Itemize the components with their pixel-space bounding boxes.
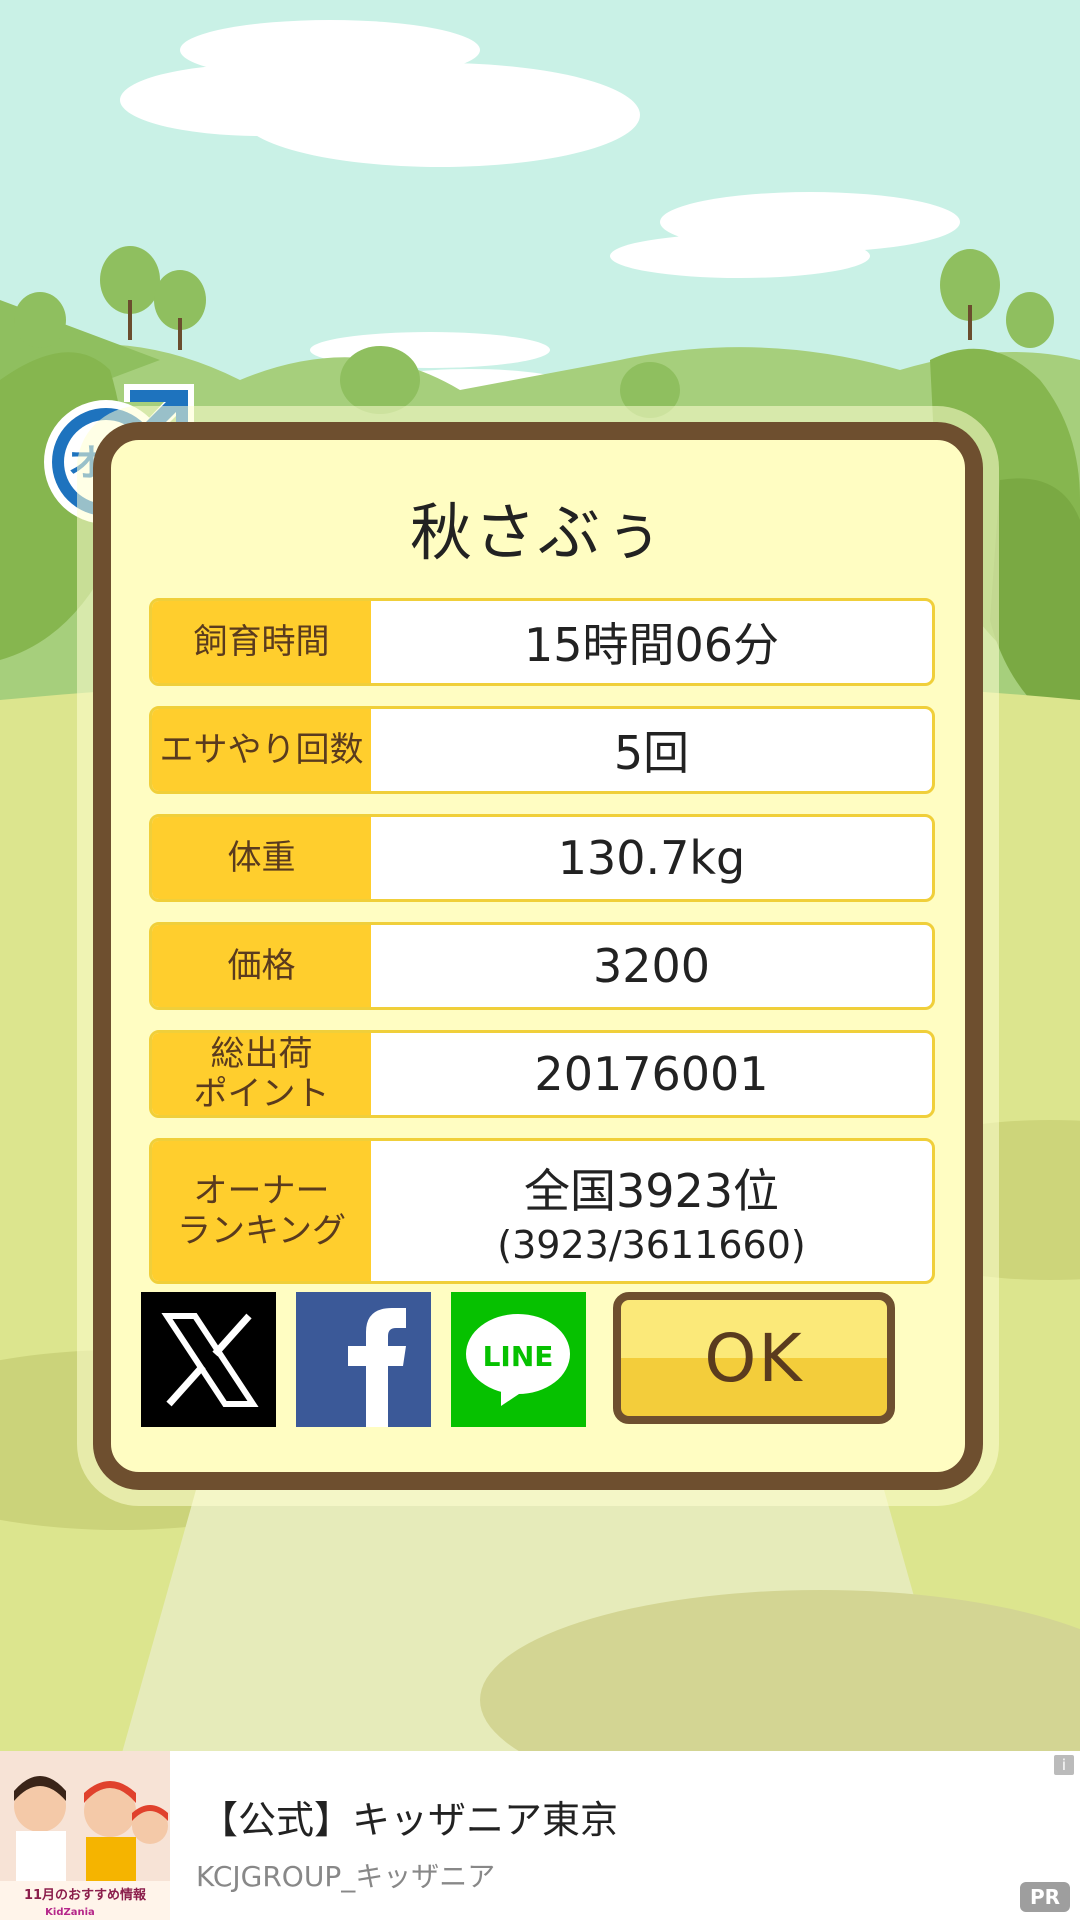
stat-value: 全国3923位 [523, 1164, 780, 1218]
stat-row-raising-time: 飼育時間 15時間06分 [149, 598, 935, 686]
svg-text:LINE: LINE [483, 1340, 554, 1373]
stat-value: 130.7kg [557, 831, 746, 885]
stat-row-owner-ranking: オーナー ランキング 全国3923位 (3923/3611660) [149, 1138, 935, 1284]
share-x-button[interactable] [141, 1292, 276, 1427]
stat-label: エサやり回数 [152, 709, 371, 791]
share-facebook-button[interactable] [296, 1292, 431, 1427]
stat-label: 飼育時間 [152, 601, 371, 683]
ad-title[interactable]: 【公式】キッザニア東京 [200, 1789, 618, 1844]
line-logo-icon: LINE [466, 1313, 570, 1406]
stat-value: 3200 [592, 939, 711, 993]
stat-label: 価格 [152, 925, 371, 1007]
svg-text:11月のおすすめ情報: 11月のおすすめ情報 [24, 1887, 147, 1903]
ok-button[interactable]: OK [613, 1292, 895, 1424]
x-logo-icon [160, 1312, 259, 1407]
ad-info-icon[interactable]: i [1054, 1755, 1074, 1775]
stat-row-shipping-points: 総出荷 ポイント 20176001 [149, 1030, 935, 1118]
stat-row-feed-count: エサやり回数 5回 [149, 706, 935, 794]
stat-row-weight: 体重 130.7kg [149, 814, 935, 902]
pig-status-dialog: 秋さぶぅ 飼育時間 15時間06分 エサやり回数 5回 体重 130.7kg 価… [93, 422, 983, 1490]
svg-text:KidZania: KidZania [45, 1907, 95, 1918]
ad-advertiser: KCJGROUP_キッザニア [196, 1860, 496, 1893]
pig-name-title: 秋さぶぅ [409, 496, 666, 569]
ad-banner[interactable]: 11月のおすすめ情報 KidZania 【公式】キッザニア東京 KCJGROUP… [0, 1751, 1080, 1920]
stat-label: オーナー ランキング [152, 1141, 371, 1281]
ad-pr-badge: PR [1020, 1882, 1070, 1912]
stat-subvalue: (3923/3611660) [497, 1223, 806, 1267]
share-line-button[interactable]: LINE [451, 1292, 586, 1427]
facebook-logo-icon [348, 1308, 406, 1427]
stat-value: 20176001 [534, 1047, 769, 1101]
ad-image[interactable]: 11月のおすすめ情報 KidZania [0, 1751, 170, 1920]
ok-button-label: OK [704, 1319, 804, 1397]
stat-value: 5回 [613, 726, 690, 780]
ad-children-illustration: 11月のおすすめ情報 KidZania [0, 1751, 170, 1920]
stat-label: 総出荷 ポイント [152, 1033, 371, 1115]
stat-row-price: 価格 3200 [149, 922, 935, 1010]
stat-value: 15時間06分 [523, 618, 780, 672]
stat-label: 体重 [152, 817, 371, 899]
